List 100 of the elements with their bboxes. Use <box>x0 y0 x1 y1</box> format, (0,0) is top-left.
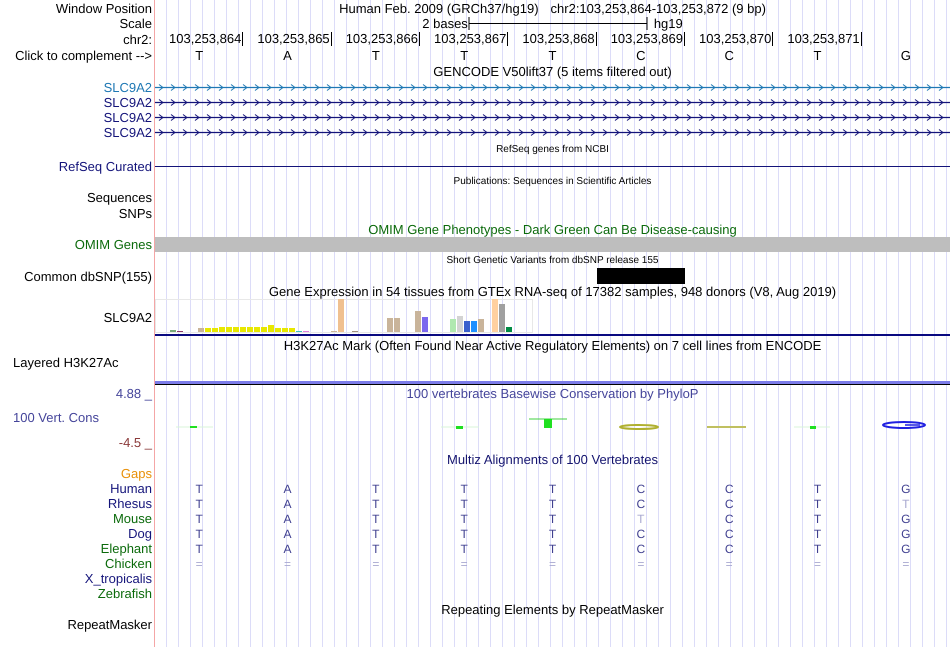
track-label[interactable]: RepeatMasker <box>67 616 152 632</box>
base-letter[interactable]: T <box>155 48 244 62</box>
alignment-base: A <box>282 512 292 526</box>
track-label[interactable]: X_tropicalis <box>84 571 152 586</box>
alignment-base: A <box>282 526 292 540</box>
track-title: RefSeq genes from NCBI <box>496 144 609 155</box>
alignment-base: T <box>812 482 822 496</box>
coordinate-label: 103,253,869 <box>610 32 685 46</box>
alignment-base: T <box>548 512 558 526</box>
track-label[interactable]: Zebrafish <box>98 586 152 601</box>
base-letter[interactable]: T <box>332 48 420 62</box>
track-title: Gene Expression in 54 tissues from GTEx RNA-seq of 17382 samples, 948 donors (V8, Aug 2019) <box>268 284 836 299</box>
track-label[interactable]: Common dbSNP(155) <box>24 268 152 284</box>
track-label[interactable]: Click to complement --> <box>15 48 152 62</box>
alignment-base: C <box>635 526 646 540</box>
track-label[interactable]: RefSeq Curated <box>58 158 152 174</box>
alignment-base: T <box>459 496 469 510</box>
alignment-base: T <box>812 526 822 540</box>
alignment-base: T <box>371 512 380 526</box>
track-title: 100 vertebrates Basewise Conservation by PhyloP <box>406 386 698 401</box>
track-label[interactable]: Rhesus <box>108 496 152 511</box>
alignment-base: T <box>548 526 558 540</box>
axis-label: -4.5 _ <box>118 435 152 450</box>
track-label: Scale <box>119 16 152 31</box>
alignment-base: T <box>194 512 204 526</box>
alignment-base: T <box>636 512 646 526</box>
track-label[interactable]: Mouse <box>112 511 152 526</box>
track-label[interactable]: SNPs <box>118 206 152 220</box>
alignment-base: C <box>724 542 734 556</box>
coordinate-label: 103,253,864 <box>169 32 244 46</box>
alignment-base: T <box>812 542 822 556</box>
track-label[interactable]: Chicken <box>105 556 152 571</box>
track-label[interactable]: Sequences <box>86 190 152 205</box>
alignment-base: T <box>812 496 822 510</box>
alignment-base: = <box>901 556 910 570</box>
alignment-base: T <box>459 512 469 526</box>
track-label[interactable]: Layered H3K27Ac <box>13 355 119 370</box>
alignment-base: C <box>724 512 734 526</box>
coordinate-label: 103,253,870 <box>699 32 774 46</box>
track-label[interactable]: SLC9A2 <box>104 95 152 110</box>
track-label[interactable]: Human <box>110 481 152 496</box>
track-label: Window Position <box>56 0 152 16</box>
alignment-base: A <box>282 482 292 496</box>
base-letter[interactable]: C <box>685 48 774 62</box>
base-letter[interactable]: A <box>243 48 332 62</box>
track-title: Repeating Elements by RepeatMasker <box>441 602 664 616</box>
track-label[interactable]: SLC9A2 <box>104 310 152 325</box>
track-title: GENCODE V50lift37 (5 items filtered out) <box>433 64 672 79</box>
alignment-base: G <box>900 526 912 540</box>
alignment-base: T <box>459 526 469 540</box>
track-label[interactable]: 100 Vert. Cons <box>0 410 152 425</box>
alignment-base: T <box>548 496 558 510</box>
base-letter[interactable]: T <box>508 48 597 62</box>
alignment-base: T <box>459 482 469 496</box>
track-label[interactable]: Dog <box>128 526 152 541</box>
alignment-base: T <box>194 542 204 556</box>
alignment-base: T <box>812 512 822 526</box>
alignment-base: T <box>548 542 558 556</box>
scale-length: 2 bases <box>422 16 468 31</box>
coordinate-label: 103,253,868 <box>522 32 597 46</box>
alignment-base: = <box>724 556 734 570</box>
alignment-base: T <box>371 526 380 540</box>
track-title: OMIM Gene Phenotypes - Dark Green Can Be Disease-causing <box>368 222 737 236</box>
coordinate-label: 103,253,867 <box>434 32 508 46</box>
track-title: Multiz Alignments of 100 Vertebrates <box>446 452 658 466</box>
base-letter[interactable]: T <box>773 48 862 62</box>
alignment-base: T <box>459 542 469 556</box>
alignment-base: = <box>371 556 380 570</box>
alignment-base: T <box>194 496 204 510</box>
alignment-base: A <box>282 542 292 556</box>
track-title: H3K27Ac Mark (Often Found Near Active Regulatory Elements) on 7 cell lines from ENCODE <box>284 338 822 353</box>
track-title: Publications: Sequences in Scientific Articles <box>454 176 652 187</box>
position-range: chr2:103,253,864-103,253,872 (9 bp) <box>550 0 766 16</box>
alignment-base: T <box>194 526 204 540</box>
alignment-base: = <box>636 556 646 570</box>
track-label[interactable]: Elephant <box>100 541 152 556</box>
alignment-base: C <box>724 496 734 510</box>
coordinate-label: 103,253,865 <box>257 32 332 46</box>
alignment-base: = <box>548 556 557 570</box>
track-label[interactable]: SLC9A2 <box>104 80 152 95</box>
base-letter[interactable]: G <box>862 48 950 62</box>
alignment-base: C <box>724 526 734 540</box>
alignment-base: G <box>900 542 912 556</box>
alignment-base: G <box>900 482 912 496</box>
track-label[interactable]: SLC9A2 <box>104 125 152 140</box>
track-label[interactable]: SLC9A2 <box>104 110 152 125</box>
base-letter[interactable]: C <box>596 48 685 62</box>
assembly-title: Human Feb. 2009 (GRCh37/hg19) <box>339 0 539 16</box>
alignment-base: T <box>371 482 380 496</box>
alignment-base: T <box>901 496 910 510</box>
alignment-base: T <box>371 542 380 556</box>
coordinate-label: 103,253,866 <box>346 32 420 46</box>
track-label[interactable]: OMIM Genes <box>74 237 152 252</box>
alignment-base: C <box>635 496 646 510</box>
base-letter[interactable]: T <box>420 48 508 62</box>
alignment-base: C <box>635 482 646 496</box>
alignment-base: = <box>194 556 204 570</box>
alignment-base: = <box>460 556 469 570</box>
track-title: Short Genetic Variants from dbSNP release 155 <box>446 254 658 266</box>
scale-assembly: hg19 <box>654 16 683 31</box>
